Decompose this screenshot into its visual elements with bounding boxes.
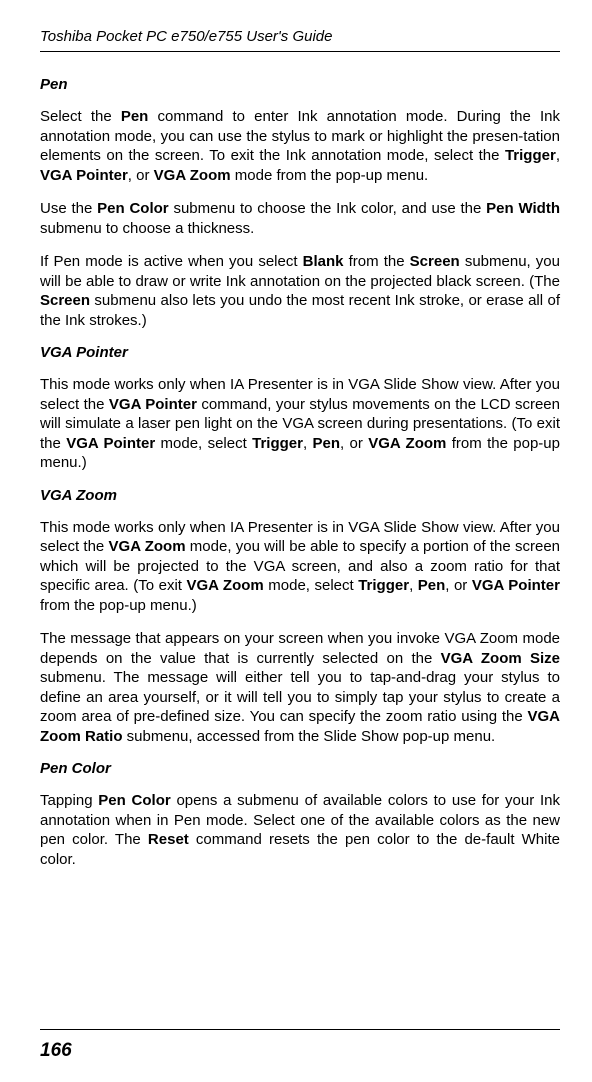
- bold-text: VGA Zoom Ratio: [40, 708, 560, 745]
- bold-text: Trigger: [505, 147, 556, 164]
- paragraph: Use the Pen Color submenu to choose the …: [40, 199, 560, 238]
- section-heading: VGA Pointer: [40, 344, 560, 361]
- bold-text: VGA Pointer: [109, 396, 197, 413]
- bold-text: Trigger: [252, 435, 303, 452]
- footer-divider: [40, 1029, 560, 1030]
- bold-text: Pen: [121, 108, 149, 125]
- header-divider: [40, 51, 560, 52]
- bold-text: VGA Pointer: [472, 577, 560, 594]
- bold-text: VGA Zoom: [186, 577, 263, 594]
- document-header: Toshiba Pocket PC e750/e755 User's Guide: [40, 28, 560, 45]
- bold-text: Blank: [303, 253, 344, 270]
- paragraph: If Pen mode is active when you select Bl…: [40, 252, 560, 330]
- bold-text: VGA Zoom: [368, 435, 446, 452]
- bold-text: Pen: [418, 577, 446, 594]
- document-content: PenSelect the Pen command to enter Ink a…: [40, 76, 560, 869]
- bold-text: Pen Width: [486, 200, 560, 217]
- section-heading: Pen: [40, 76, 560, 93]
- paragraph: This mode works only when IA Presenter i…: [40, 375, 560, 473]
- bold-text: VGA Zoom Size: [441, 650, 560, 667]
- section-heading: Pen Color: [40, 760, 560, 777]
- bold-text: VGA Pointer: [66, 435, 155, 452]
- bold-text: Reset: [148, 831, 189, 848]
- bold-text: VGA Zoom: [109, 538, 186, 555]
- bold-text: Screen: [410, 253, 460, 270]
- paragraph: Tapping Pen Color opens a submenu of ava…: [40, 791, 560, 869]
- page-number: 166: [40, 1040, 72, 1062]
- bold-text: Trigger: [358, 577, 409, 594]
- paragraph: This mode works only when IA Presenter i…: [40, 518, 560, 616]
- section-heading: VGA Zoom: [40, 487, 560, 504]
- bold-text: Pen Color: [97, 200, 169, 217]
- paragraph: The message that appears on your screen …: [40, 629, 560, 746]
- bold-text: VGA Pointer: [40, 167, 128, 184]
- bold-text: Screen: [40, 292, 90, 309]
- paragraph: Select the Pen command to enter Ink anno…: [40, 107, 560, 185]
- bold-text: VGA Zoom: [154, 167, 231, 184]
- bold-text: Pen: [313, 435, 341, 452]
- bold-text: Pen Color: [98, 792, 170, 809]
